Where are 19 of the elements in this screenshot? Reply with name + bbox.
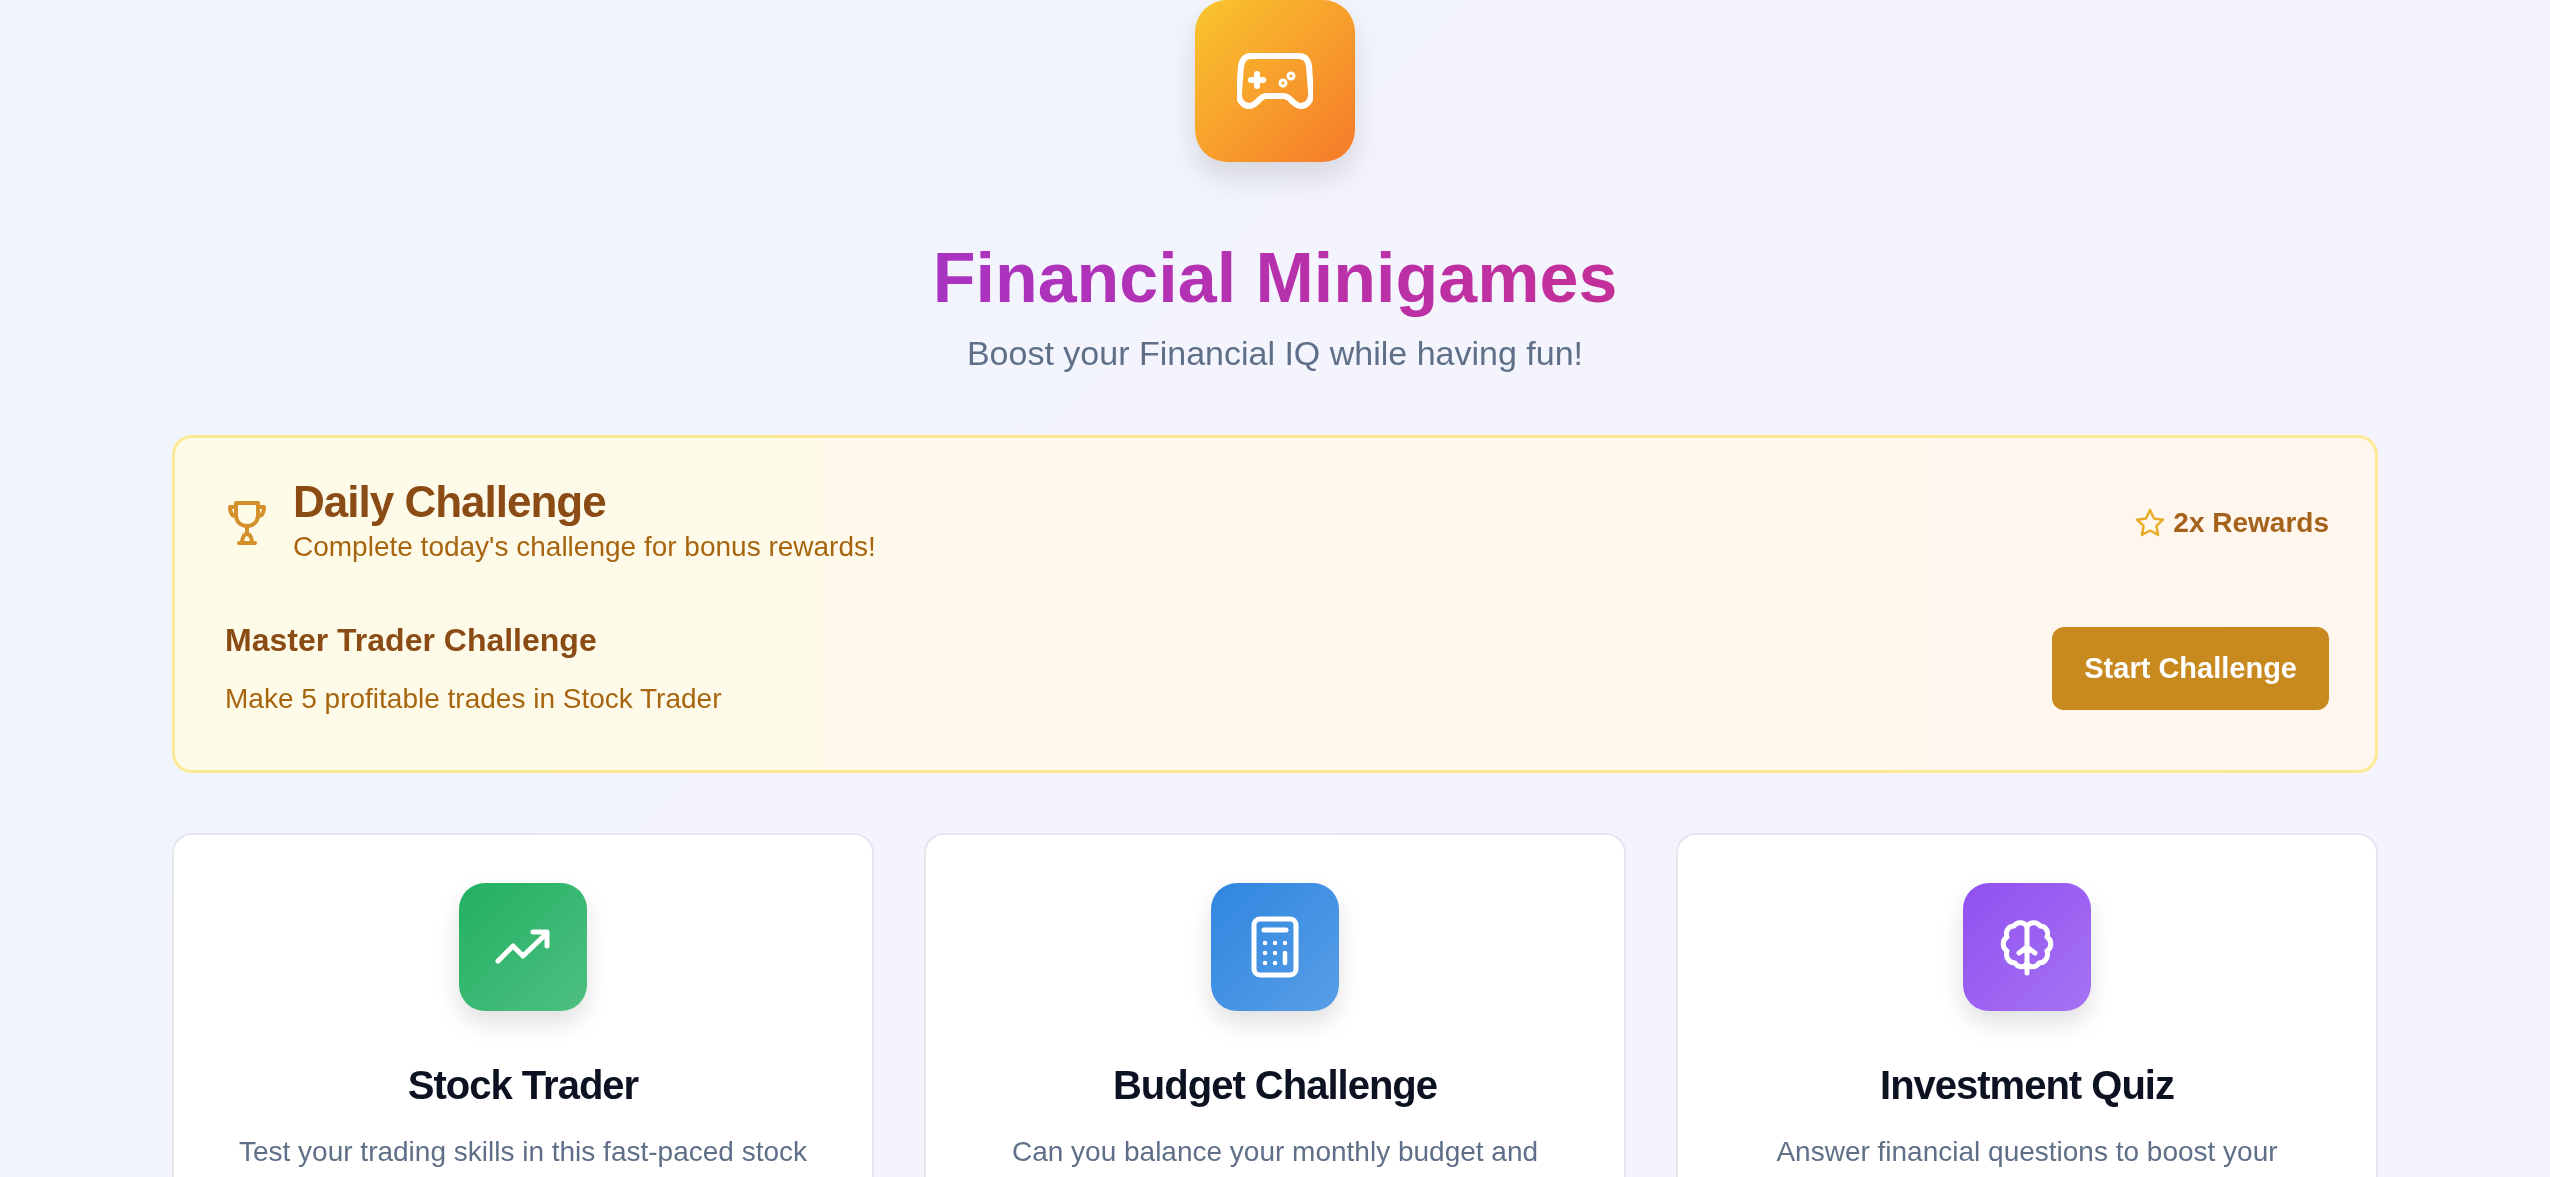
challenge-description: Make 5 profitable trades in Stock Trader [225,682,722,717]
calculator-icon [1251,916,1299,979]
game-description: Can you balance your monthly budget and [1010,1135,1540,1170]
gamepad-icon [1237,52,1313,110]
trophy-icon [225,500,269,547]
game-description: Test your trading skills in this fast-paced stock [238,1135,808,1170]
game-title: Budget Challenge [1112,1062,1438,1110]
game-title: Stock Trader [406,1062,640,1110]
challenge-subtitle: Complete today's challenge for bonus rewards! [293,530,876,565]
challenge-name: Master Trader Challenge [225,621,598,661]
game-description: Answer financial questions to boost your [1775,1135,2279,1170]
game-card[interactable]: Stock Trader Test your trading skills in this fast-paced stock [172,833,874,1177]
reward-label: 2x Rewards [2173,506,2329,541]
game-card[interactable]: Investment Quiz Answer financial questions to boost your [1676,833,2378,1177]
game-card[interactable]: Budget Challenge Can you balance your monthly budget and [924,833,1626,1177]
page-subtitle: Boost your Financial IQ while having fun! [966,333,1584,374]
star-icon [2135,508,2166,539]
game-title: Investment Quiz [1879,1062,2175,1110]
challenge-heading: Daily Challenge [293,478,607,527]
